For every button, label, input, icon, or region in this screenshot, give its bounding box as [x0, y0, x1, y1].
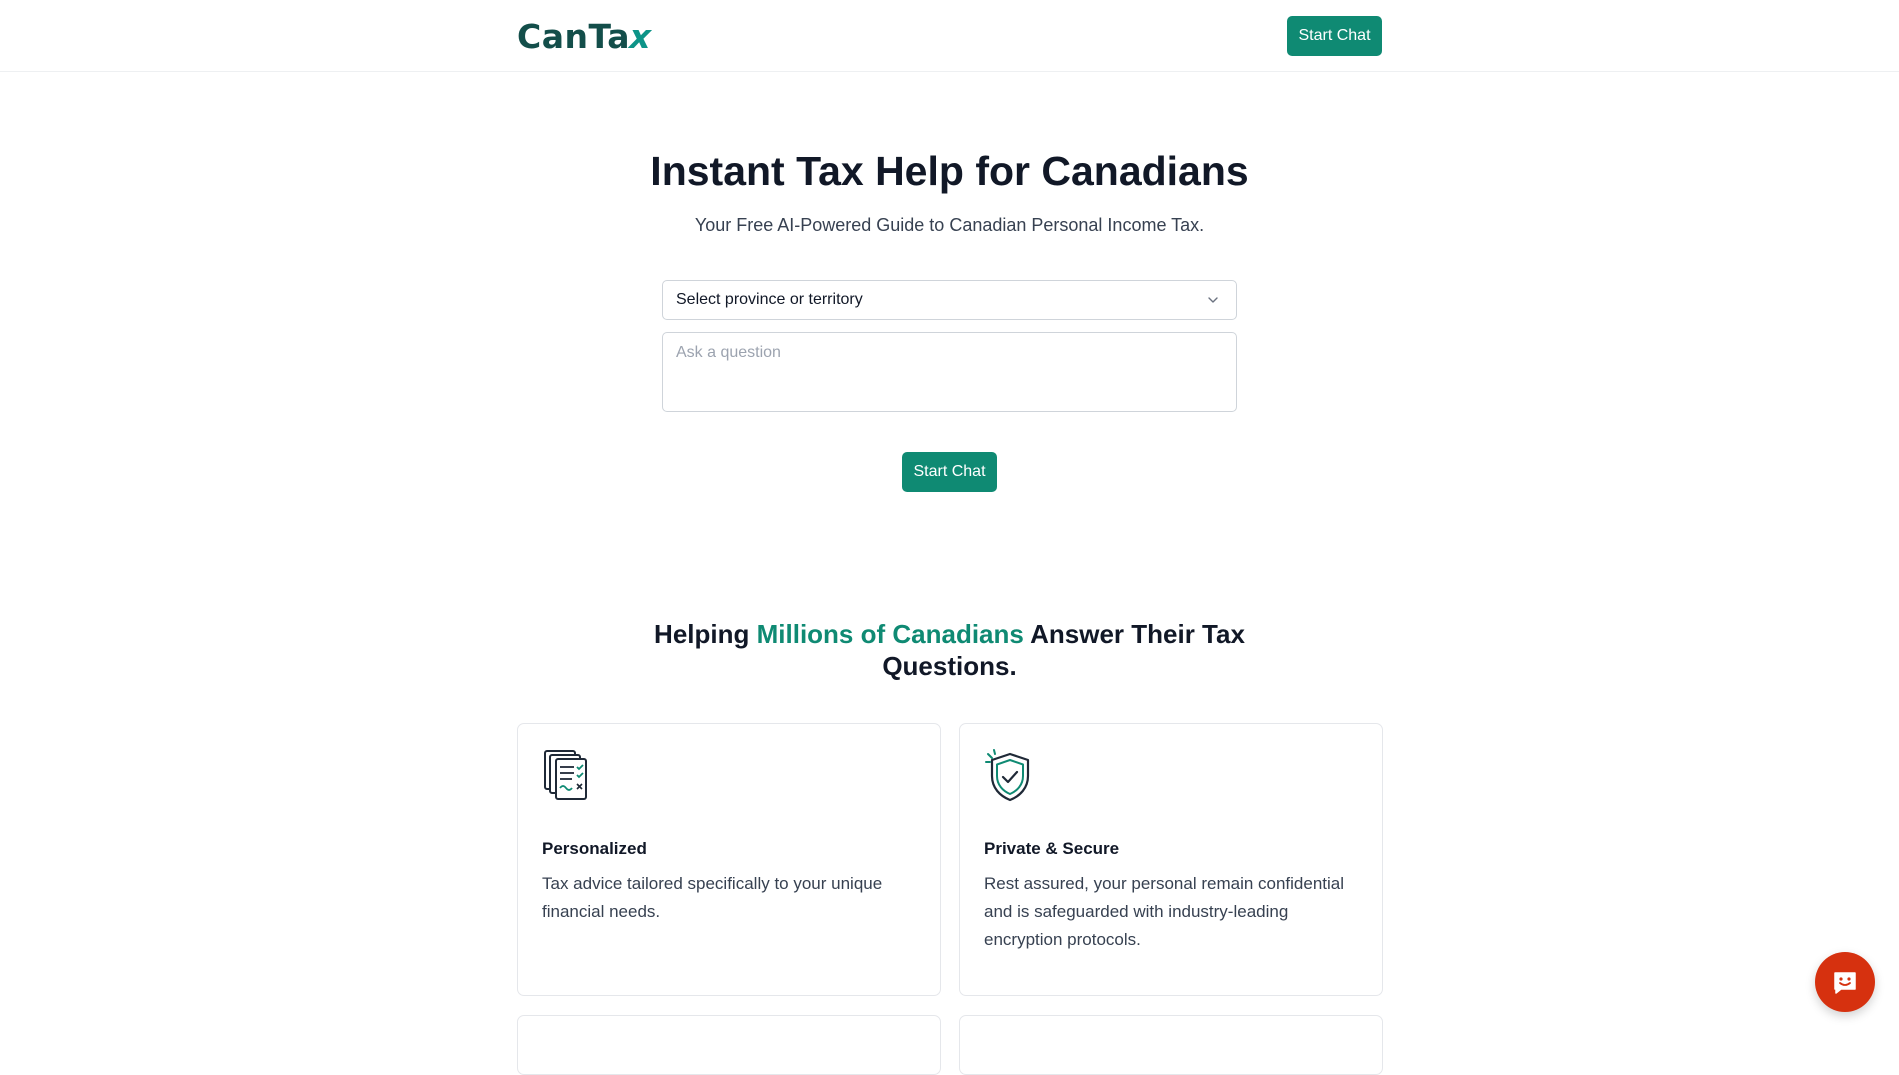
- start-chat-button[interactable]: Start Chat: [902, 452, 997, 492]
- hero-title: Instant Tax Help for Canadians: [650, 148, 1249, 194]
- features-heading-start: Helping: [654, 619, 757, 649]
- site-header: CanTa x Start Chat: [0, 0, 1899, 72]
- feature-card-title: Private & Secure: [984, 839, 1120, 858]
- feature-card-partial: [517, 1015, 941, 1075]
- province-select[interactable]: Select province or territory: [662, 280, 1237, 320]
- feature-card-title: Personalized: [542, 839, 647, 858]
- features-heading: Helping Millions of Canadians Answer The…: [640, 618, 1259, 682]
- features-heading-accent: Millions of Canadians: [756, 619, 1024, 649]
- chat-widget-button[interactable]: [1815, 952, 1875, 1012]
- document-checklist-icon: [544, 750, 587, 800]
- feature-card-text: Rest assured, your personal remain confi…: [984, 874, 1345, 949]
- header-start-chat-button[interactable]: Start Chat: [1287, 16, 1382, 56]
- chevron-down-icon: [1208, 297, 1218, 303]
- feature-card-private-secure: Private & Secure Rest assured, your pers…: [959, 723, 1383, 996]
- feature-card-personalized: Personalized Tax advice tailored specifi…: [517, 723, 941, 996]
- logo-text: CanTa: [517, 16, 631, 56]
- feature-card-text: Tax advice tailored specifically to your…: [542, 874, 883, 921]
- chat-smile-icon: [1834, 972, 1856, 994]
- hero-subtitle: Your Free AI-Powered Guide to Canadian P…: [694, 215, 1205, 235]
- shield-check-icon: [985, 749, 1030, 802]
- feature-card-partial: [959, 1015, 1383, 1075]
- cantax-logo[interactable]: CanTa x: [517, 14, 657, 58]
- province-select-value: Select province or territory: [676, 291, 863, 308]
- question-input[interactable]: [662, 332, 1237, 412]
